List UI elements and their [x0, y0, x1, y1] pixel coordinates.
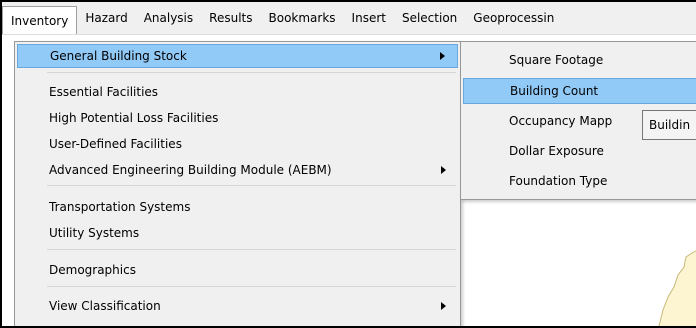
menu-selection[interactable]: Selection	[394, 2, 465, 34]
menu-item-label: Advanced Engineering Building Module (AE…	[49, 163, 332, 177]
submenu-item-label: Square Footage	[509, 53, 604, 67]
submenu-item-building-count[interactable]: Building Count	[463, 78, 696, 104]
menu-separator	[47, 185, 456, 186]
tooltip-text: Buildin	[649, 118, 691, 132]
submenu-item-label: Dollar Exposure	[509, 144, 604, 158]
menu-hazard[interactable]: Hazard	[77, 2, 135, 34]
menu-item-label: User-Defined Facilities	[49, 137, 182, 151]
menu-item-label: View Classification	[49, 299, 161, 313]
menu-bar: Inventory Hazard Analysis Results Bookma…	[2, 2, 696, 35]
menu-separator	[47, 249, 456, 250]
submenu-item-label: Building Count	[510, 84, 599, 98]
menu-item-high-potential-loss-facilities[interactable]: High Potential Loss Facilities	[17, 106, 458, 130]
submenu-arrow-icon	[441, 166, 446, 174]
menu-separator	[47, 286, 456, 287]
submenu-item-dollar-exposure[interactable]: Dollar Exposure	[463, 138, 696, 164]
menu-item-label: Essential Facilities	[49, 85, 159, 99]
menu-item-label: Utility Systems	[49, 226, 140, 240]
menu-geoprocessing[interactable]: Geoprocessin	[465, 2, 562, 34]
submenu-arrow-icon	[441, 302, 446, 310]
tooltip: Buildin	[642, 110, 696, 140]
menu-results[interactable]: Results	[201, 2, 260, 34]
menu-item-aebm[interactable]: Advanced Engineering Building Module (AE…	[17, 158, 458, 182]
app-window: Inventory Hazard Analysis Results Bookma…	[0, 0, 696, 328]
menu-item-view-classification[interactable]: View Classification	[17, 294, 458, 318]
menu-item-user-defined-facilities[interactable]: User-Defined Facilities	[17, 132, 458, 156]
submenu-item-square-footage[interactable]: Square Footage	[463, 47, 696, 73]
submenu-item-label: Occupancy Mapp	[509, 114, 613, 128]
menu-separator	[47, 72, 456, 73]
submenu-item-foundation-type[interactable]: Foundation Type	[463, 168, 696, 194]
menu-item-label: Demographics	[49, 263, 136, 277]
menu-item-general-building-stock[interactable]: General Building Stock	[17, 44, 458, 68]
menu-item-transportation-systems[interactable]: Transportation Systems	[17, 195, 458, 219]
menu-item-essential-facilities[interactable]: Essential Facilities	[17, 80, 458, 104]
submenu-item-label: Foundation Type	[509, 174, 608, 188]
menu-inventory[interactable]: Inventory	[2, 6, 78, 34]
menu-insert[interactable]: Insert	[344, 2, 394, 34]
menu-item-label: High Potential Loss Facilities	[49, 111, 219, 125]
inventory-dropdown-menu: General Building Stock Essential Facilit…	[14, 41, 461, 326]
menu-item-label: General Building Stock	[50, 49, 187, 63]
menu-analysis[interactable]: Analysis	[136, 2, 201, 34]
submenu-arrow-icon	[440, 52, 445, 60]
menu-bookmarks[interactable]: Bookmarks	[261, 2, 344, 34]
menu-item-label: Transportation Systems	[49, 200, 191, 214]
menu-item-demographics[interactable]: Demographics	[17, 258, 458, 282]
menu-item-utility-systems[interactable]: Utility Systems	[17, 221, 458, 245]
